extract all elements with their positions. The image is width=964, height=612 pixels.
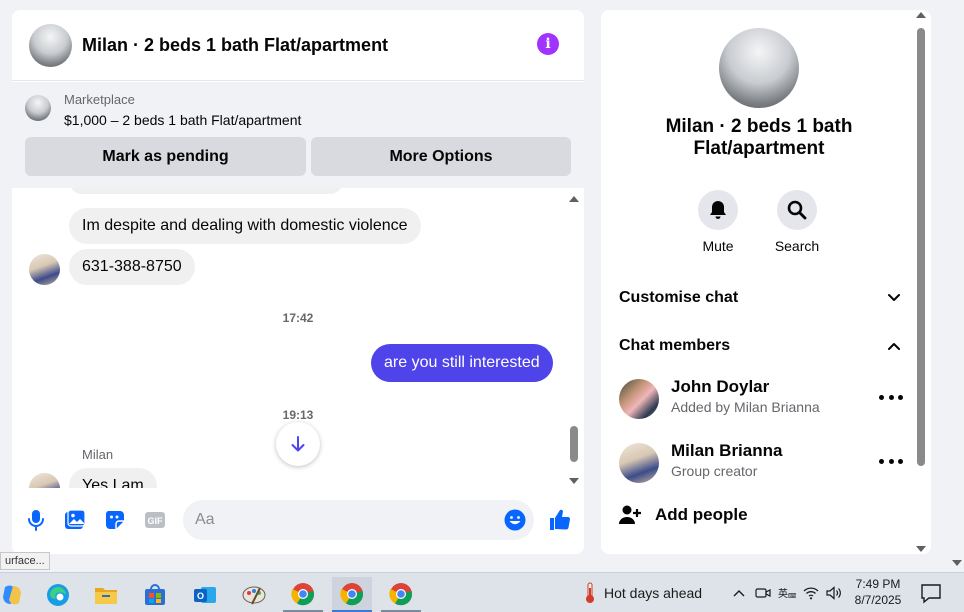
- message-bubble[interactable]: Yes I am: [69, 468, 157, 488]
- chat-header: Milan · 2 beds 1 bath Flat/apartment i: [12, 10, 584, 81]
- scroll-down-arrow-icon[interactable]: [569, 478, 579, 484]
- scrollbar-thumb[interactable]: [570, 426, 578, 462]
- arrow-down-icon: [291, 436, 305, 452]
- show-hidden-icons-chevron-icon[interactable]: [729, 583, 749, 603]
- details-title: Milan · 2 beds 1 bath Flat/apartment: [665, 116, 853, 159]
- member-avatar[interactable]: [619, 379, 659, 419]
- camera-icon[interactable]: [753, 583, 773, 603]
- add-people-label: Add people: [655, 505, 748, 524]
- member-name: Milan Brianna: [671, 441, 783, 460]
- bell-icon: [710, 201, 726, 219]
- outlook-icon[interactable]: O: [185, 577, 225, 612]
- chat-members-toggle[interactable]: Chat members: [619, 331, 901, 361]
- message-bubble-outgoing[interactable]: are you still interested: [371, 344, 553, 382]
- thermometer-icon: [586, 582, 594, 603]
- chrome-icon[interactable]: [332, 577, 372, 612]
- more-options-button[interactable]: More Options: [311, 137, 571, 176]
- input-language-icon[interactable]: 英 ⌨: [777, 583, 797, 603]
- message-input[interactable]: [183, 500, 534, 540]
- svg-text:GIF: GIF: [148, 516, 164, 526]
- message-bubble-partial: [69, 188, 343, 194]
- listing-avatar[interactable]: [29, 24, 72, 67]
- taskbar: O Hot days ahead 英 ⌨ 7:49 PM 8/7/2025: [0, 572, 964, 612]
- mute-label: Mute: [702, 238, 734, 254]
- paint-icon[interactable]: [234, 577, 274, 612]
- notification-icon[interactable]: [920, 582, 942, 604]
- add-people-button[interactable]: Add people: [619, 500, 748, 530]
- search-icon: [787, 200, 807, 220]
- system-clock[interactable]: 7:49 PM 8/7/2025: [846, 576, 910, 608]
- listing-photo[interactable]: [719, 28, 799, 108]
- scroll-up-arrow-icon[interactable]: [916, 12, 926, 18]
- chevron-down-icon: [888, 294, 900, 301]
- info-icon[interactable]: i: [537, 33, 559, 55]
- photo-icon[interactable]: [63, 508, 87, 532]
- mute-button[interactable]: Mute: [688, 190, 748, 254]
- message-list[interactable]: Im despite and dealing with domestic vio…: [12, 188, 584, 488]
- marketplace-label: Marketplace: [64, 92, 135, 107]
- clock-date: 8/7/2025: [854, 593, 902, 607]
- member-subtitle: Group creator: [671, 463, 758, 479]
- customise-chat-label: Customise chat: [619, 289, 739, 306]
- sticker-icon[interactable]: [103, 508, 127, 532]
- composer: GIF: [12, 498, 584, 554]
- svg-text:O: O: [197, 591, 204, 601]
- customise-chat-toggle[interactable]: Customise chat: [619, 283, 901, 313]
- search-label: Search: [774, 238, 820, 254]
- scrollbar-thumb[interactable]: [917, 28, 925, 466]
- member-row[interactable]: Milan Brianna Group creator: [619, 441, 903, 485]
- more-options-icon[interactable]: [879, 389, 903, 405]
- thumbs-up-icon[interactable]: [547, 508, 573, 532]
- clock-time: 7:49 PM: [855, 577, 901, 591]
- microphone-icon[interactable]: [24, 508, 48, 532]
- page-scroll-down-arrow-icon[interactable]: [952, 560, 962, 566]
- file-explorer-icon[interactable]: [86, 577, 126, 612]
- scroll-down-arrow-icon[interactable]: [916, 546, 926, 552]
- member-row[interactable]: John Doylar Added by Milan Brianna: [619, 377, 903, 421]
- marketplace-listing-thumbnail[interactable]: [25, 95, 51, 121]
- svg-text:英: 英: [778, 587, 788, 600]
- chevron-up-icon: [888, 343, 900, 350]
- marketplace-listing[interactable]: $1,000 – 2 beds 1 bath Flat/apartment: [64, 112, 301, 128]
- sender-name: Milan: [82, 447, 114, 462]
- volume-icon[interactable]: [824, 583, 844, 603]
- message-bubble[interactable]: 631-388-8750: [69, 249, 195, 285]
- scroll-up-arrow-icon[interactable]: [569, 196, 579, 202]
- message-scrollbar[interactable]: [568, 196, 580, 484]
- copilot-icon[interactable]: [0, 577, 32, 612]
- chrome-icon[interactable]: [381, 577, 421, 612]
- svg-text:⌨: ⌨: [788, 592, 796, 600]
- marketplace-bar: Marketplace $1,000 – 2 beds 1 bath Flat/…: [12, 82, 584, 188]
- chrome-icon[interactable]: [283, 577, 323, 612]
- status-tooltip: urface...: [0, 552, 50, 570]
- member-name: John Doylar: [671, 377, 770, 396]
- add-person-icon: [619, 505, 641, 524]
- chat-title: Milan · 2 beds 1 bath Flat/apartment: [82, 35, 389, 55]
- wifi-icon[interactable]: [801, 583, 821, 603]
- message-timestamp: 17:42: [282, 311, 314, 325]
- weather-widget[interactable]: Hot days ahead: [584, 581, 702, 605]
- member-avatar[interactable]: [619, 443, 659, 483]
- edge-icon[interactable]: [38, 577, 78, 612]
- more-options-icon[interactable]: [879, 453, 903, 469]
- gif-icon[interactable]: GIF: [143, 508, 167, 532]
- mark-as-pending-button[interactable]: Mark as pending: [25, 137, 306, 176]
- store-icon[interactable]: [135, 577, 175, 612]
- sender-avatar[interactable]: [29, 473, 60, 488]
- details-panel: Milan · 2 beds 1 bath Flat/apartment Mut…: [601, 10, 931, 554]
- search-button[interactable]: Search: [767, 190, 827, 254]
- member-subtitle: Added by Milan Brianna: [671, 399, 820, 415]
- scroll-to-bottom-button[interactable]: [276, 422, 320, 466]
- chat-panel: Milan · 2 beds 1 bath Flat/apartment i M…: [12, 10, 584, 554]
- sender-avatar[interactable]: [29, 254, 60, 285]
- weather-label: Hot days ahead: [604, 585, 703, 601]
- emoji-icon[interactable]: [504, 509, 526, 531]
- message-timestamp: 19:13: [282, 408, 314, 422]
- chat-members-label: Chat members: [619, 337, 731, 354]
- message-bubble[interactable]: Im despite and dealing with domestic vio…: [69, 208, 421, 244]
- details-scrollbar[interactable]: [915, 12, 927, 552]
